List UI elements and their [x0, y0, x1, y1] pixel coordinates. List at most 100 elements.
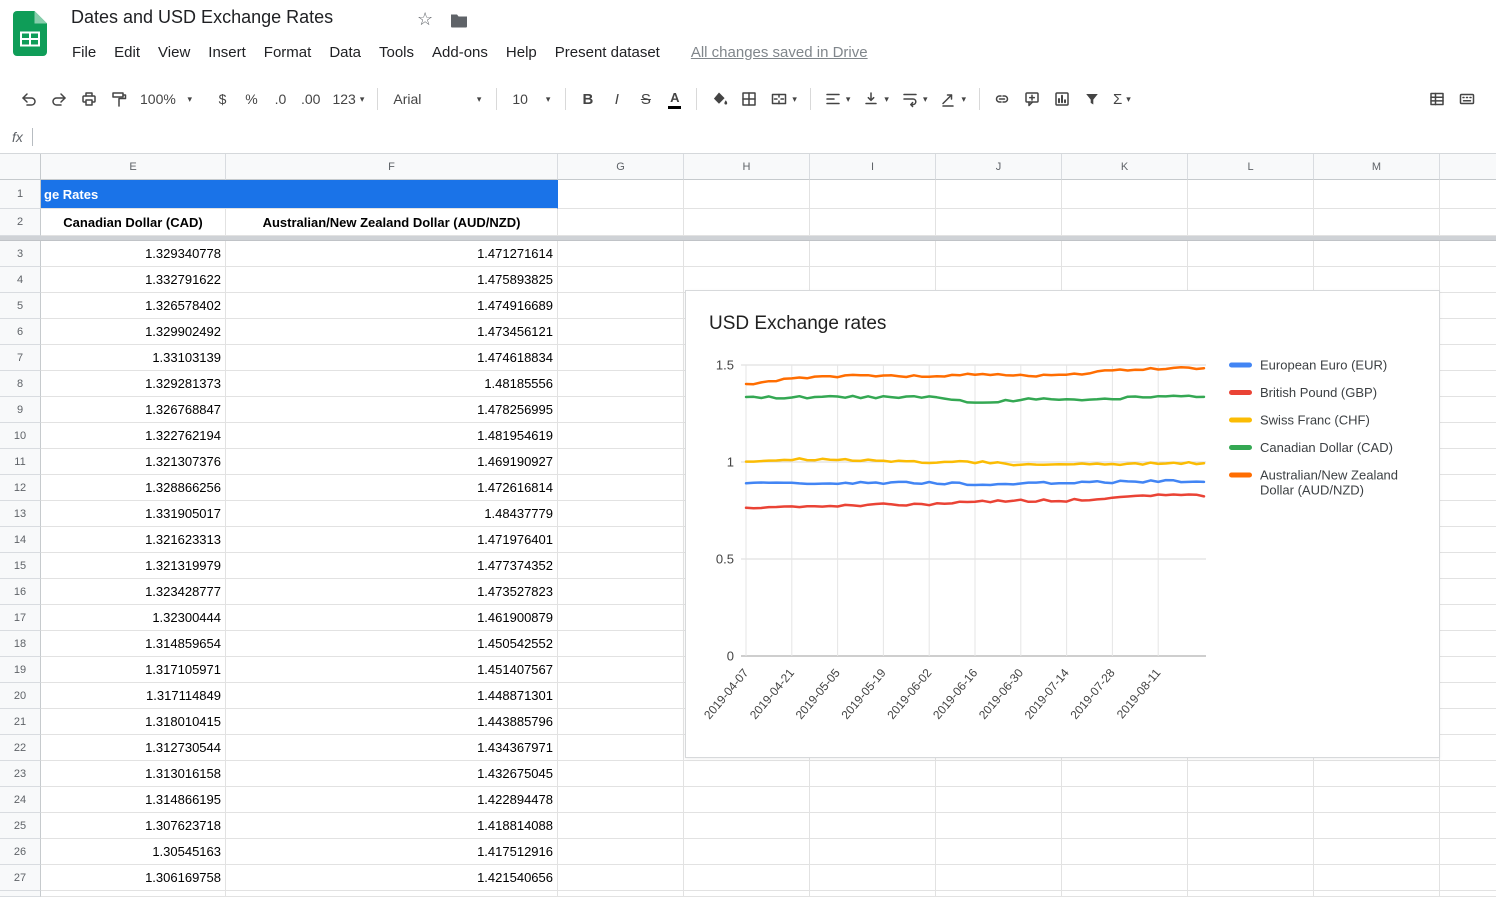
cell-F11[interactable]: 1.469190927: [226, 449, 558, 475]
row-header-3[interactable]: 3: [0, 241, 41, 267]
cell-G3[interactable]: [558, 241, 684, 267]
cell-L[interactable]: [1188, 891, 1314, 897]
save-status[interactable]: All changes saved in Drive: [691, 44, 868, 61]
cell-G27[interactable]: [558, 865, 684, 891]
decrease-decimal-places-button[interactable]: .0: [268, 86, 293, 112]
column-header-G[interactable]: G: [558, 154, 684, 180]
cell-E15[interactable]: 1.321319979: [41, 553, 226, 579]
chart-card[interactable]: USD Exchange rates 00.511.52019-04-07201…: [685, 290, 1440, 758]
cell-E[interactable]: [41, 891, 226, 897]
cell-L1[interactable]: [1188, 180, 1314, 209]
cell-N19[interactable]: [1440, 657, 1496, 683]
cell-E22[interactable]: 1.312730544: [41, 735, 226, 761]
row-header-6[interactable]: 6: [0, 319, 41, 345]
row-header-25[interactable]: 25: [0, 813, 41, 839]
menu-item-data[interactable]: Data: [320, 41, 370, 64]
legend-swatch-canadian-dollar-cad[interactable]: [1229, 445, 1252, 450]
legend-label-swiss-franc-chf[interactable]: Swiss Franc (CHF): [1260, 413, 1370, 428]
row-header-23[interactable]: 23: [0, 761, 41, 787]
cell-N22[interactable]: [1440, 735, 1496, 761]
cell-M3[interactable]: [1314, 241, 1440, 267]
cell-L26[interactable]: [1188, 839, 1314, 865]
zoom-select[interactable]: 100%▾: [136, 86, 196, 112]
cell-L27[interactable]: [1188, 865, 1314, 891]
cell-N25[interactable]: [1440, 813, 1496, 839]
cell-G7[interactable]: [558, 345, 684, 371]
row-header-27[interactable]: 27: [0, 865, 41, 891]
cell-N3[interactable]: [1440, 241, 1496, 267]
cell-F4[interactable]: 1.475893825: [226, 267, 558, 293]
column-header-F[interactable]: F: [226, 154, 558, 180]
cell-I1[interactable]: [810, 180, 936, 209]
cell-M25[interactable]: [1314, 813, 1440, 839]
cell-L25[interactable]: [1188, 813, 1314, 839]
cell-F18[interactable]: 1.450542552: [226, 631, 558, 657]
cell-H1[interactable]: [684, 180, 810, 209]
text-color-button[interactable]: A: [662, 86, 687, 112]
row-header-11[interactable]: 11: [0, 449, 41, 475]
input-tools-button[interactable]: [1454, 86, 1480, 112]
menu-item-view[interactable]: View: [149, 41, 199, 64]
cell-I23[interactable]: [810, 761, 936, 787]
cell-G10[interactable]: [558, 423, 684, 449]
cell-N17[interactable]: [1440, 605, 1496, 631]
cell-J[interactable]: [936, 891, 1062, 897]
cell-N4[interactable]: [1440, 267, 1496, 293]
cell-E2[interactable]: Canadian Dollar (CAD): [41, 209, 226, 236]
cell-N[interactable]: [1440, 891, 1496, 897]
formula-input[interactable]: [33, 120, 1496, 153]
column-header-L[interactable]: L: [1188, 154, 1314, 180]
cell-E4[interactable]: 1.332791622: [41, 267, 226, 293]
cell-N15[interactable]: [1440, 553, 1496, 579]
cell-N7[interactable]: [1440, 345, 1496, 371]
cell-G9[interactable]: [558, 397, 684, 423]
cell-L23[interactable]: [1188, 761, 1314, 787]
cell-N20[interactable]: [1440, 683, 1496, 709]
cell-E19[interactable]: 1.317105971: [41, 657, 226, 683]
redo-button[interactable]: [46, 86, 72, 112]
cell-M2[interactable]: [1314, 209, 1440, 236]
cell-E18[interactable]: 1.314859654: [41, 631, 226, 657]
row-header-21[interactable]: 21: [0, 709, 41, 735]
row-header-14[interactable]: 14: [0, 527, 41, 553]
cell-G11[interactable]: [558, 449, 684, 475]
cell-F16[interactable]: 1.473527823: [226, 579, 558, 605]
star-icon[interactable]: ☆: [417, 9, 433, 30]
cell-H3[interactable]: [684, 241, 810, 267]
cell-E27[interactable]: 1.306169758: [41, 865, 226, 891]
cell-I[interactable]: [810, 891, 936, 897]
paint-format-button[interactable]: [106, 86, 132, 112]
cell-F7[interactable]: 1.474618834: [226, 345, 558, 371]
cell-L24[interactable]: [1188, 787, 1314, 813]
cell-H2[interactable]: [684, 209, 810, 236]
cell-M23[interactable]: [1314, 761, 1440, 787]
merge-cells-button[interactable]: ▾: [766, 86, 801, 112]
cell-N21[interactable]: [1440, 709, 1496, 735]
cell-M27[interactable]: [1314, 865, 1440, 891]
cell-E10[interactable]: 1.322762194: [41, 423, 226, 449]
cell-L2[interactable]: [1188, 209, 1314, 236]
legend-swatch-swiss-franc-chf[interactable]: [1229, 418, 1252, 423]
horizontal-align-button[interactable]: ▾: [820, 86, 855, 112]
print-button[interactable]: [76, 86, 102, 112]
cell-N18[interactable]: [1440, 631, 1496, 657]
insert-comment-button[interactable]: [1019, 86, 1045, 112]
row-header-15[interactable]: 15: [0, 553, 41, 579]
row-header-17[interactable]: 17: [0, 605, 41, 631]
cell-G18[interactable]: [558, 631, 684, 657]
legend-swatch-british-pound-gbp[interactable]: [1229, 390, 1252, 395]
row-header-22[interactable]: 22: [0, 735, 41, 761]
cell-N26[interactable]: [1440, 839, 1496, 865]
cell-E16[interactable]: 1.323428777: [41, 579, 226, 605]
document-title[interactable]: Dates and USD Exchange Rates: [71, 7, 333, 28]
cell-F21[interactable]: 1.443885796: [226, 709, 558, 735]
cell-M[interactable]: [1314, 891, 1440, 897]
menu-item-format[interactable]: Format: [255, 41, 321, 64]
row-header-5[interactable]: 5: [0, 293, 41, 319]
cell-E23[interactable]: 1.313016158: [41, 761, 226, 787]
menu-item-file[interactable]: File: [63, 41, 105, 64]
increase-decimal-places-button[interactable]: .00: [297, 86, 324, 112]
row-header-1[interactable]: 1: [0, 180, 41, 209]
cell-H26[interactable]: [684, 839, 810, 865]
borders-button[interactable]: [736, 86, 762, 112]
